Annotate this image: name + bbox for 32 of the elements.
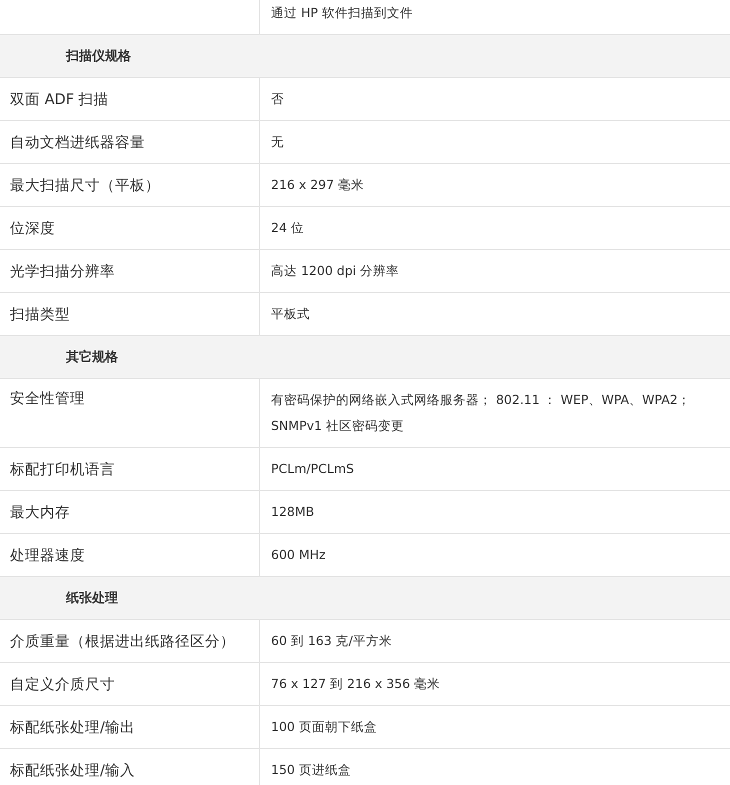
spec-value: 有密码保护的网络嵌入式网络服务器； 802.11 ： WEP、WPA、WPA2； SNMPv1 社区密码变更 xyxy=(270,391,692,435)
spec-label: 最大扫描尺寸（平板） xyxy=(0,164,260,206)
spec-value: 24 位 xyxy=(270,219,305,237)
spec-label: 光学扫描分辨率 xyxy=(0,250,260,292)
spec-label: 标配打印机语言 xyxy=(0,448,260,490)
spec-value: 60 到 163 克/平方米 xyxy=(270,632,393,650)
spec-value: 无 xyxy=(270,133,285,151)
spec-value: 100 页面朝下纸盒 xyxy=(270,718,378,736)
spec-value: 平板式 xyxy=(270,305,311,323)
spec-value: 150 页进纸盒 xyxy=(270,761,352,779)
spec-label: 标配纸张处理/输入 xyxy=(0,749,260,785)
spec-label: 双面 ADF 扫描 xyxy=(0,78,260,120)
spec-value: PCLm/PCLmS xyxy=(270,460,355,478)
spec-value: 128MB xyxy=(270,503,316,521)
spec-label: 位深度 xyxy=(0,207,260,249)
section-header: 扫描仪规格 xyxy=(0,35,730,78)
spec-value: 高达 1200 dpi 分辨率 xyxy=(270,262,400,280)
spec-label: 标配纸张处理/输出 xyxy=(0,706,260,748)
spec-label: 处理器速度 xyxy=(0,534,260,576)
spec-label: 介质重量（根据进出纸路径区分） xyxy=(0,620,260,662)
spec-value: 216 x 297 毫米 xyxy=(270,176,366,194)
spec-label: 扫描类型 xyxy=(0,293,260,335)
spec-label: 自定义介质尺寸 xyxy=(0,663,260,705)
spec-label: 安全性管理 xyxy=(0,379,260,447)
spec-value: 600 MHz xyxy=(270,546,327,564)
spec-value: 通过 HP 软件扫描到文件 xyxy=(270,4,414,22)
section-header: 纸张处理 xyxy=(0,577,730,620)
spec-label: 最大内存 xyxy=(0,491,260,533)
spec-value: 否 xyxy=(270,90,285,108)
spec-value: 76 x 127 到 216 x 356 毫米 xyxy=(270,675,442,693)
section-header: 其它规格 xyxy=(0,336,730,379)
spec-label: 自动文档进纸器容量 xyxy=(0,121,260,163)
